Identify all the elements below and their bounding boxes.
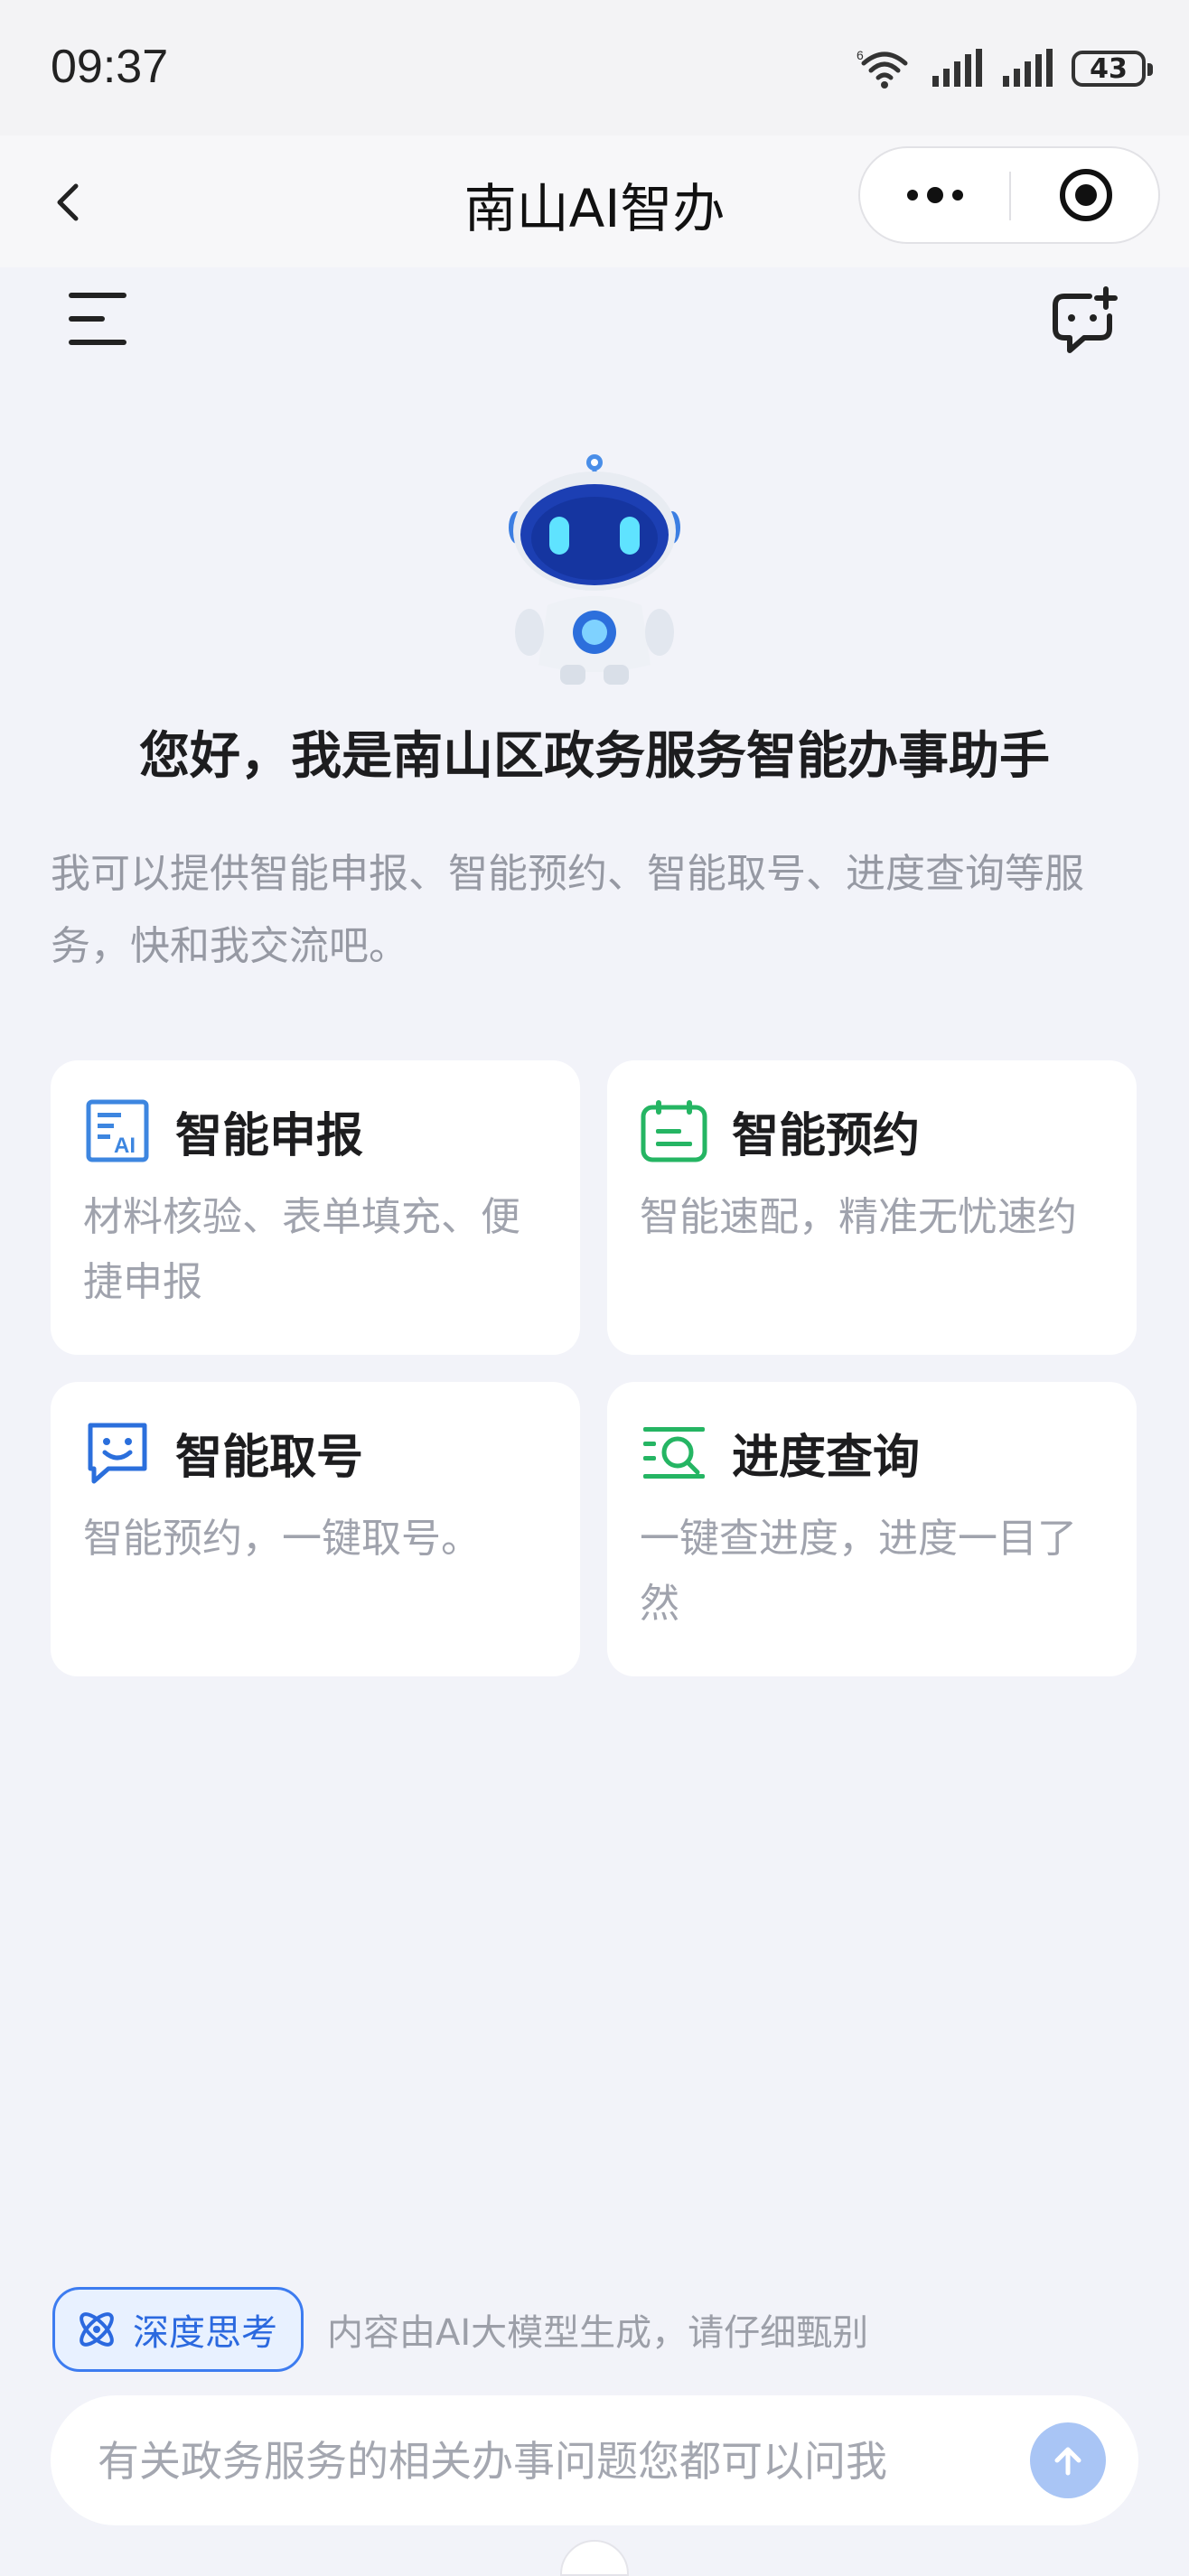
status-time: 09:37 (51, 41, 169, 93)
atom-icon (80, 2312, 114, 2347)
card-title: 进度查询 (732, 1430, 921, 1485)
deep-think-toggle[interactable]: 深度思考 (52, 2287, 304, 2372)
card-description: 智能预约，一键取号。 (83, 1516, 481, 1562)
list-search-icon (643, 1427, 705, 1479)
status-bar: 09:37 6 43 (0, 0, 1189, 135)
signal-icon (932, 49, 982, 87)
svg-text:6: 6 (857, 48, 864, 62)
navbar: 南山AI智办 (0, 135, 1189, 267)
intro-text: 我可以提供智能申报、智能预约、智能取号、进度查询等服务，快和我交流吧。 (51, 851, 1084, 969)
chat-smile-icon (88, 1423, 147, 1484)
close-miniprogram-button[interactable] (1012, 148, 1160, 242)
card-smart-declaration[interactable]: AI 智能申报 材料核验、表单填充、便捷申报 (51, 1060, 580, 1355)
svg-text:AI: AI (114, 1134, 136, 1158)
card-description: 一键查进度，进度一目了然 (640, 1516, 1077, 1627)
card-smart-queue-number[interactable]: 智能取号 智能预约，一键取号。 (51, 1382, 580, 1676)
target-close-icon (1060, 169, 1112, 221)
ai-document-icon: AI (86, 1099, 149, 1162)
capsule-menu (858, 146, 1160, 244)
card-title: 智能取号 (175, 1430, 364, 1485)
new-chat-button[interactable] (1048, 285, 1120, 358)
deep-think-label: 深度思考 (133, 2312, 277, 2354)
send-button[interactable] (1030, 2422, 1106, 2498)
status-icons: 6 43 (857, 47, 1153, 90)
card-description: 材料核验、表单填充、便捷申报 (83, 1194, 520, 1305)
greeting-heading: 您好，我是南山区政务服务智能办事助手 (139, 727, 1050, 786)
chat-input-box (51, 2395, 1138, 2527)
signal-icon-2 (1003, 49, 1053, 87)
card-progress-query[interactable]: 进度查询 一键查进度，进度一目了然 (607, 1382, 1137, 1676)
battery-icon: 43 (1072, 51, 1153, 87)
more-button[interactable] (860, 148, 1010, 242)
chat-input[interactable] (96, 2395, 1003, 2527)
card-title: 智能申报 (175, 1108, 364, 1163)
more-dots-icon (907, 187, 963, 203)
card-title: 智能预约 (732, 1108, 921, 1163)
robot-mascot-icon (509, 454, 680, 685)
card-smart-appointment[interactable]: 智能预约 智能速配，精准无忧速约 (607, 1060, 1137, 1355)
capsule-divider (1009, 172, 1011, 220)
menu-button[interactable] (65, 287, 134, 350)
calendar-icon (641, 1100, 707, 1162)
menu-icon (69, 293, 126, 345)
arrow-up-icon (1054, 2447, 1081, 2476)
scroll-hint (560, 2540, 629, 2576)
card-description: 智能速配，精准无忧速约 (640, 1194, 1077, 1240)
ai-disclaimer: 内容由AI大模型生成，请仔细甄别 (327, 2312, 869, 2354)
new-chat-icon (1053, 286, 1118, 353)
wifi-icon: 6 (857, 48, 908, 89)
battery-level: 43 (1090, 52, 1128, 85)
